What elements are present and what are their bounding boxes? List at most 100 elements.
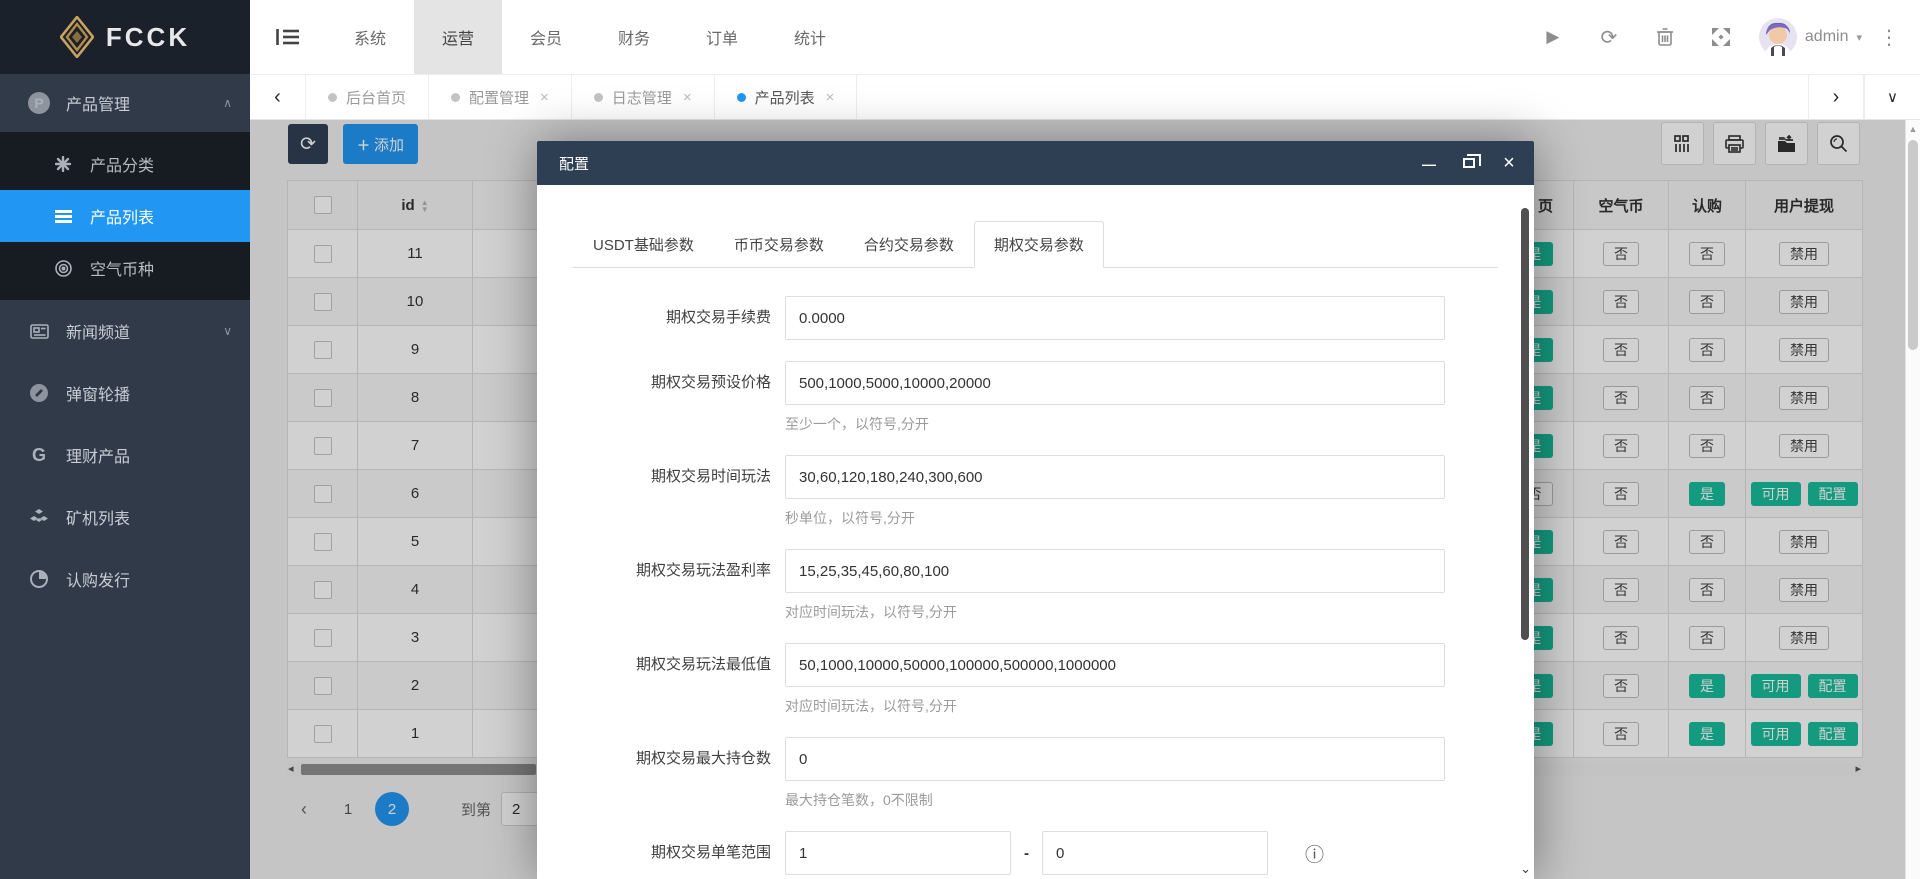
range-max-input[interactable]: 0 xyxy=(1042,831,1268,875)
header-actions: ▶ ⟳ xyxy=(1525,0,1920,74)
info-icon[interactable]: ⓘ xyxy=(1305,840,1324,867)
sidebar-submenu-product: 产品分类 产品列表 空气币种 xyxy=(0,132,250,300)
max-position-input[interactable]: 0 xyxy=(785,737,1445,781)
modal-tab-spot[interactable]: 币币交易参数 xyxy=(714,221,844,268)
sidebar: P 产品管理 ∧ 产品分类 产品列表 xyxy=(0,74,250,879)
maximize-icon[interactable] xyxy=(1460,154,1478,172)
modal-tab-option[interactable]: 期权交易参数 xyxy=(974,221,1104,268)
modal-tabs: USDT基础参数 币币交易参数 合约交易参数 期权交易参数 xyxy=(573,221,1498,268)
sidebar-item-label: 理财产品 xyxy=(66,443,130,467)
sidebar-group-label: 产品管理 xyxy=(66,91,130,115)
cubes-icon xyxy=(28,509,50,525)
modal-tab-contract[interactable]: 合约交易参数 xyxy=(844,221,974,268)
page-scrollbar-thumb[interactable] xyxy=(1908,140,1918,350)
sidebar-item-label: 产品列表 xyxy=(90,204,154,228)
sidebar-item-product-list[interactable]: 产品列表 xyxy=(0,190,250,242)
topnav-item-member[interactable]: 会员 xyxy=(502,0,590,74)
tab-dot xyxy=(451,93,460,102)
fullscreen-icon[interactable] xyxy=(1693,0,1749,74)
fee-input[interactable]: 0.0000 xyxy=(785,296,1445,340)
field-label: 期权交易单笔范围 xyxy=(573,831,785,875)
tab-close-icon[interactable]: × xyxy=(826,89,835,106)
more-options-icon[interactable]: ⋮ xyxy=(1872,25,1906,50)
topnav-item-order[interactable]: 订单 xyxy=(678,0,766,74)
sidebar-item-aircoin[interactable]: 空气币种 xyxy=(0,242,250,294)
sidebar-item-product-category[interactable]: 产品分类 xyxy=(0,138,250,190)
modal-scrollbar-thumb[interactable] xyxy=(1521,208,1529,640)
sidebar-item-miner[interactable]: 矿机列表 xyxy=(0,486,250,548)
field-help: 至少一个，以符号,分开 xyxy=(785,414,1445,434)
app-header: FCCK 系统 运营 会员 财务 订单 统计 ▶ ⟳ xyxy=(0,0,1920,74)
trash-icon[interactable] xyxy=(1637,0,1693,74)
tab-label: 日志管理 xyxy=(612,87,672,108)
brand-logo[interactable]: FCCK xyxy=(0,0,250,74)
sidebar-item-label: 空气币种 xyxy=(90,256,154,280)
refresh-icon[interactable]: ⟳ xyxy=(1581,0,1637,74)
sidebar-item-label: 弹窗轮播 xyxy=(66,381,130,405)
brand-diamond-icon xyxy=(60,16,94,58)
form-row-min-value: 期权交易玩法最低值 50,1000,10000,50000,100000,500… xyxy=(573,643,1498,716)
g-letter-icon: G xyxy=(28,445,50,466)
tab-close-icon[interactable]: × xyxy=(540,89,549,106)
tab-close-icon[interactable]: × xyxy=(683,89,692,106)
form-row-max-position: 期权交易最大持仓数 0 最大持仓笔数，0不限制 xyxy=(573,737,1498,810)
sidebar-item-popup[interactable]: 弹窗轮播 xyxy=(0,362,250,424)
modal-scroll-down-icon[interactable]: ⌄ xyxy=(1520,861,1531,877)
tab-product-list[interactable]: 产品列表 × xyxy=(715,75,858,119)
field-help: 对应时间玩法，以符号,分开 xyxy=(785,602,1445,622)
coin-icon xyxy=(52,260,74,277)
chevron-up-icon: ∧ xyxy=(223,96,232,110)
topnav-item-stats[interactable]: 统计 xyxy=(766,0,854,74)
play-icon[interactable]: ▶ xyxy=(1525,0,1581,74)
p-circle-icon: P xyxy=(28,92,50,114)
tab-label: 产品列表 xyxy=(755,87,815,108)
sidebar-item-news[interactable]: 新闻频道 ∨ xyxy=(0,300,250,362)
brand-name: FCCK xyxy=(106,22,190,53)
form-row-preset-price: 期权交易预设价格 500,1000,5000,10000,20000 至少一个，… xyxy=(573,361,1498,434)
field-label: 期权交易玩法最低值 xyxy=(573,643,785,716)
range-min-input[interactable]: 1 xyxy=(785,831,1011,875)
app-root: FCCK 系统 运营 会员 财务 订单 统计 ▶ ⟳ xyxy=(0,0,1920,879)
minimize-icon[interactable]: — xyxy=(1420,154,1438,172)
profit-rate-input[interactable]: 15,25,35,45,60,80,100 xyxy=(785,549,1445,593)
sidebar-item-label: 产品分类 xyxy=(90,152,154,176)
sidebar-group-product[interactable]: P 产品管理 ∧ xyxy=(0,74,250,132)
top-navigation: 系统 运营 会员 财务 订单 统计 xyxy=(250,0,1500,74)
tab-log-manage[interactable]: 日志管理 × xyxy=(572,75,715,119)
topnav-item-finance[interactable]: 财务 xyxy=(590,0,678,74)
min-value-input[interactable]: 50,1000,10000,50000,100000,500000,100000… xyxy=(785,643,1445,687)
preset-price-input[interactable]: 500,1000,5000,10000,20000 xyxy=(785,361,1445,405)
modal-title: 配置 xyxy=(559,153,589,174)
tabs-scroll-left-icon[interactable]: ‹ xyxy=(250,75,306,119)
pie-chart-icon xyxy=(28,570,50,588)
field-label: 期权交易时间玩法 xyxy=(573,455,785,528)
sidebar-item-finance[interactable]: G 理财产品 xyxy=(0,424,250,486)
tabs-scroll-right-icon[interactable]: › xyxy=(1808,75,1864,119)
page-scrollbar[interactable]: ▲ xyxy=(1905,120,1920,879)
sidebar-toggle-icon[interactable] xyxy=(250,0,326,74)
time-play-input[interactable]: 30,60,120,180,240,300,600 xyxy=(785,455,1445,499)
tab-dashboard[interactable]: 后台首页 xyxy=(306,75,429,119)
modal-titlebar[interactable]: 配置 — × xyxy=(537,141,1534,185)
tabs-list-icon[interactable]: ∨ xyxy=(1864,75,1920,119)
topnav-item-system[interactable]: 系统 xyxy=(326,0,414,74)
field-label: 期权交易玩法盈利率 xyxy=(573,549,785,622)
close-icon[interactable]: × xyxy=(1500,154,1518,172)
caret-down-icon: ▾ xyxy=(1856,31,1862,44)
config-modal: 配置 — × USDT基础参数 币币交易参数 合约交易参数 期权交易参数 期权交… xyxy=(537,141,1534,879)
tab-label: 后台首页 xyxy=(346,87,406,108)
scroll-up-icon[interactable]: ▲ xyxy=(1906,124,1920,134)
sidebar-item-label: 新闻频道 xyxy=(66,319,130,343)
tab-config-manage[interactable]: 配置管理 × xyxy=(429,75,572,119)
field-label: 期权交易手续费 xyxy=(573,296,785,340)
topnav-item-operation[interactable]: 运营 xyxy=(414,0,502,74)
sidebar-item-subscribe[interactable]: 认购发行 xyxy=(0,548,250,610)
newspaper-icon xyxy=(28,324,50,339)
form-row-single-range: 期权交易单笔范围 1 - 0 ⓘ xyxy=(573,831,1498,875)
list-icon xyxy=(52,210,74,223)
form-row-time-play: 期权交易时间玩法 30,60,120,180,240,300,600 秒单位，以… xyxy=(573,455,1498,528)
modal-tab-usdt[interactable]: USDT基础参数 xyxy=(573,221,714,268)
tab-label: 配置管理 xyxy=(469,87,529,108)
user-menu[interactable]: admin ▾ xyxy=(1749,18,1872,56)
sidebar-item-label: 认购发行 xyxy=(66,567,130,591)
